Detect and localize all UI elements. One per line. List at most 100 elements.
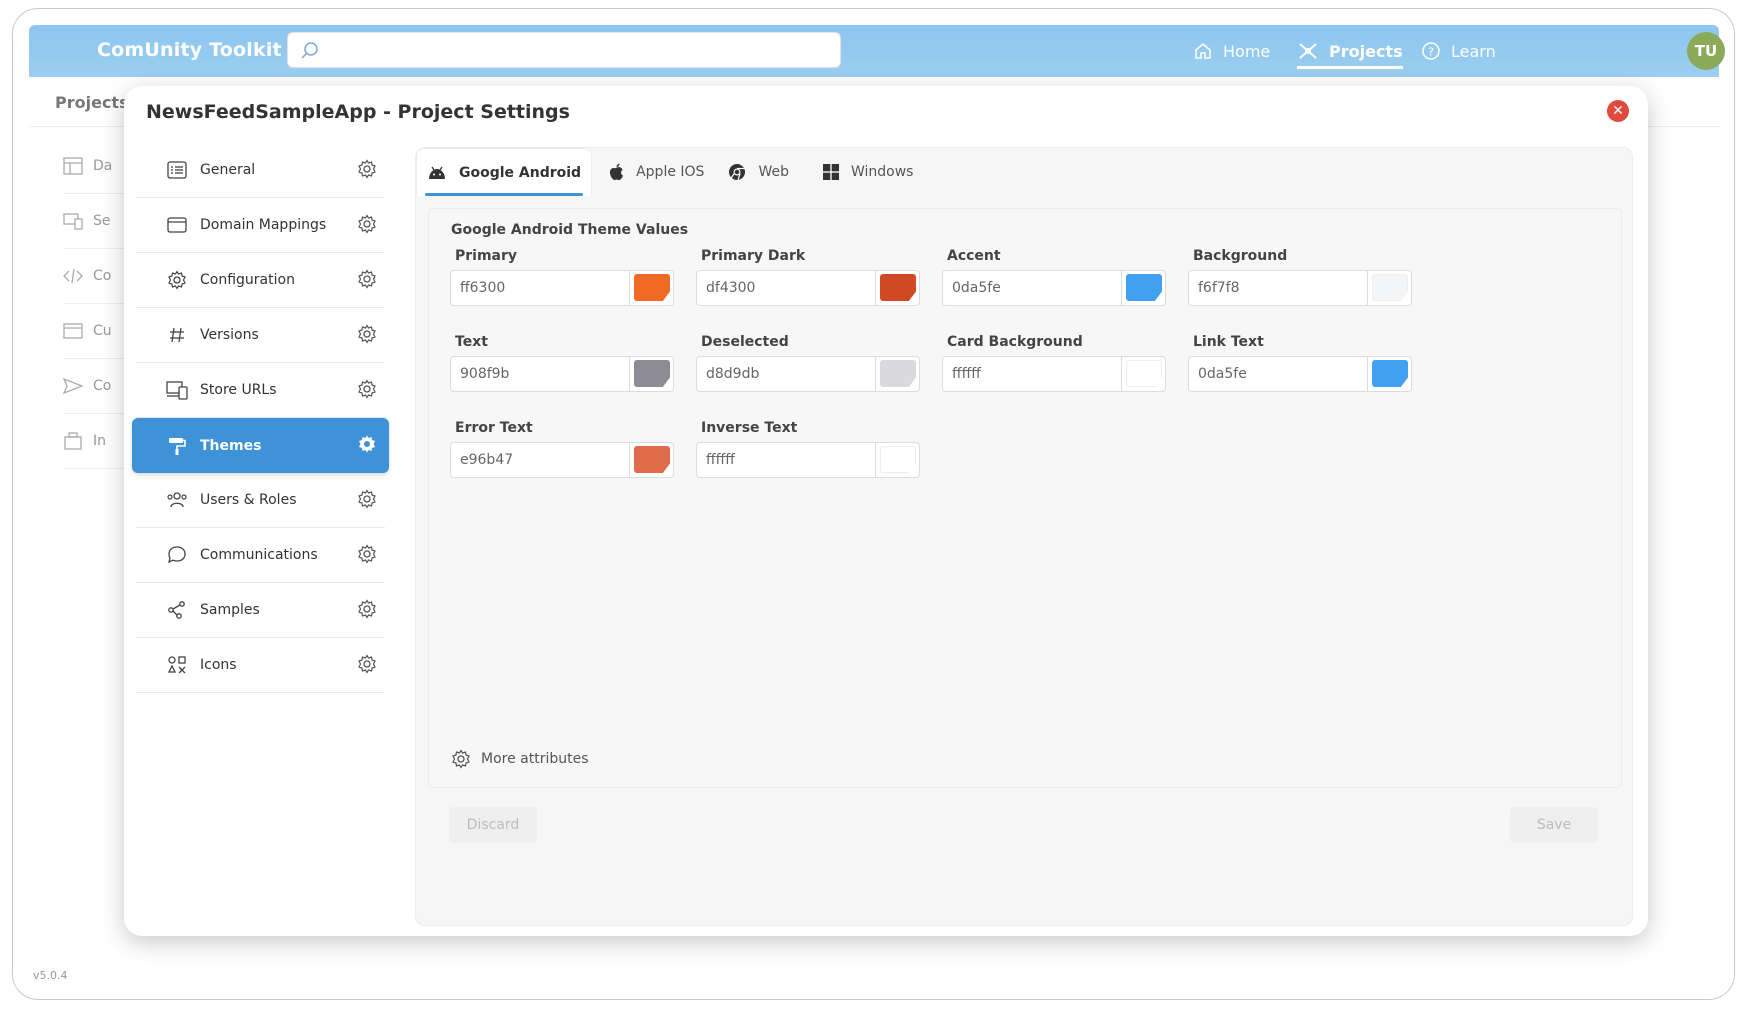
field-primary-dark: Primary Dark df4300: [696, 248, 920, 306]
gear-icon[interactable]: [357, 544, 377, 564]
color-swatch-button[interactable]: [1367, 271, 1411, 305]
field-background: Background f6f7f8: [1188, 248, 1412, 306]
field-link-text: Link Text 0da5fe: [1188, 334, 1412, 392]
modal-title: NewsFeedSampleApp - Project Settings: [146, 101, 570, 123]
color-swatch-button[interactable]: [1367, 357, 1411, 391]
gear-icon[interactable]: [357, 489, 377, 509]
color-swatch-button[interactable]: [629, 271, 673, 305]
color-swatch-button[interactable]: [1121, 271, 1165, 305]
close-icon: ✕: [1612, 103, 1624, 119]
users-icon: [166, 489, 188, 511]
nav-learn[interactable]: ? Learn: [1421, 25, 1496, 77]
icons-grid-icon: [166, 654, 188, 676]
color-swatch: [1372, 360, 1408, 387]
gear-icon[interactable]: [357, 269, 377, 289]
color-value: df4300: [706, 280, 756, 296]
gear-icon[interactable]: [357, 599, 377, 619]
search-input[interactable]: [287, 32, 841, 68]
color-input[interactable]: 0da5fe: [1188, 356, 1412, 392]
windows-icon: [822, 164, 839, 180]
field-card-background: Card Background ffffff: [942, 334, 1166, 392]
more-attributes-link[interactable]: More attributes: [451, 749, 589, 769]
menu-item-samples[interactable]: Samples: [136, 583, 385, 638]
hash-icon: [166, 324, 188, 346]
devices-icon: [166, 379, 188, 401]
tab-windows[interactable]: Windows: [813, 148, 924, 196]
menu-item-general[interactable]: General: [136, 143, 385, 198]
color-input[interactable]: ff6300: [450, 270, 674, 306]
gear-icon[interactable]: [357, 324, 377, 344]
color-swatch-button[interactable]: [629, 357, 673, 391]
menu-item-icons[interactable]: Icons: [136, 638, 385, 693]
menu-item-configuration[interactable]: Configuration: [136, 253, 385, 308]
background-side-item: Co: [63, 359, 133, 414]
menu-item-themes[interactable]: Themes: [132, 418, 389, 473]
nav-projects-label: Projects: [1329, 41, 1403, 61]
field-label: Background: [1193, 248, 1288, 264]
field-label: Accent: [947, 248, 1001, 264]
background-side-label: Co: [93, 378, 112, 394]
field-label: Inverse Text: [701, 420, 798, 436]
gear-icon[interactable]: [357, 379, 377, 399]
color-value: f6f7f8: [1198, 280, 1240, 296]
color-swatch-button[interactable]: [875, 271, 919, 305]
background-side-label: Co: [93, 268, 112, 284]
menu-item-label: Users & Roles: [200, 492, 297, 508]
gear-icon[interactable]: [357, 214, 377, 234]
nav-home[interactable]: Home: [1193, 25, 1270, 77]
field-label: Primary Dark: [701, 248, 806, 264]
color-input[interactable]: ffffff: [696, 442, 920, 478]
project-settings-modal: NewsFeedSampleApp - Project Settings ✕ G…: [124, 86, 1648, 936]
field-label: Card Background: [947, 334, 1083, 350]
background-sidebar: Da Se Co Cu Co In: [63, 139, 133, 469]
tab-apple-ios[interactable]: Apple IOS: [598, 148, 714, 196]
nav-projects[interactable]: Projects: [1297, 25, 1403, 77]
background-side-label: Se: [93, 213, 111, 229]
background-projects-title: Projects: [55, 93, 129, 112]
menu-item-users-roles[interactable]: Users & Roles: [136, 473, 385, 528]
menu-item-versions[interactable]: Versions: [136, 308, 385, 363]
gear-icon[interactable]: [357, 654, 377, 674]
gear-icon[interactable]: [357, 434, 377, 454]
menu-item-domain-mappings[interactable]: Domain Mappings: [136, 198, 385, 253]
user-avatar[interactable]: TU: [1687, 32, 1725, 70]
background-side-item: Cu: [63, 304, 133, 359]
color-swatch-button[interactable]: [875, 443, 919, 477]
more-attributes-label: More attributes: [481, 751, 589, 767]
field-label: Error Text: [455, 420, 533, 436]
brand-title: ComUnity Toolkit: [97, 39, 282, 61]
nav-home-label: Home: [1223, 41, 1271, 61]
color-swatch-button[interactable]: [875, 357, 919, 391]
tab-web[interactable]: Web: [718, 148, 799, 196]
color-input[interactable]: f6f7f8: [1188, 270, 1412, 306]
integration-icon: [64, 432, 82, 450]
menu-item-label: Icons: [200, 657, 237, 673]
color-input[interactable]: 908f9b: [450, 356, 674, 392]
color-swatch-button[interactable]: [1121, 357, 1165, 391]
color-input[interactable]: ffffff: [942, 356, 1166, 392]
color-input[interactable]: d8d9db: [696, 356, 920, 392]
close-button[interactable]: ✕: [1607, 100, 1629, 122]
theme-content-area: Google Android Apple IOS Web Windows Goo…: [415, 147, 1633, 926]
svg-text:?: ?: [1428, 46, 1434, 59]
platform-tabs: Google Android Apple IOS Web Windows: [416, 148, 923, 196]
menu-item-store-urls[interactable]: Store URLs: [136, 363, 385, 418]
color-value: ffffff: [706, 452, 735, 468]
background-side-label: In: [93, 433, 107, 449]
discard-button[interactable]: Discard: [449, 807, 537, 843]
field-label: Primary: [455, 248, 518, 264]
color-input[interactable]: df4300: [696, 270, 920, 306]
list-icon: [166, 159, 188, 181]
field-error-text: Error Text e96b47: [450, 420, 674, 478]
menu-item-communications[interactable]: Communications: [136, 528, 385, 583]
table-icon: [63, 157, 83, 175]
gear-icon: [452, 749, 470, 769]
save-button[interactable]: Save: [1510, 807, 1598, 843]
color-input[interactable]: e96b47: [450, 442, 674, 478]
panel-title: Google Android Theme Values: [451, 222, 689, 238]
color-swatch-button[interactable]: [629, 443, 673, 477]
devices-icon: [63, 213, 83, 230]
gear-icon[interactable]: [357, 159, 377, 179]
color-input[interactable]: 0da5fe: [942, 270, 1166, 306]
tab-google-android[interactable]: Google Android: [416, 148, 593, 196]
